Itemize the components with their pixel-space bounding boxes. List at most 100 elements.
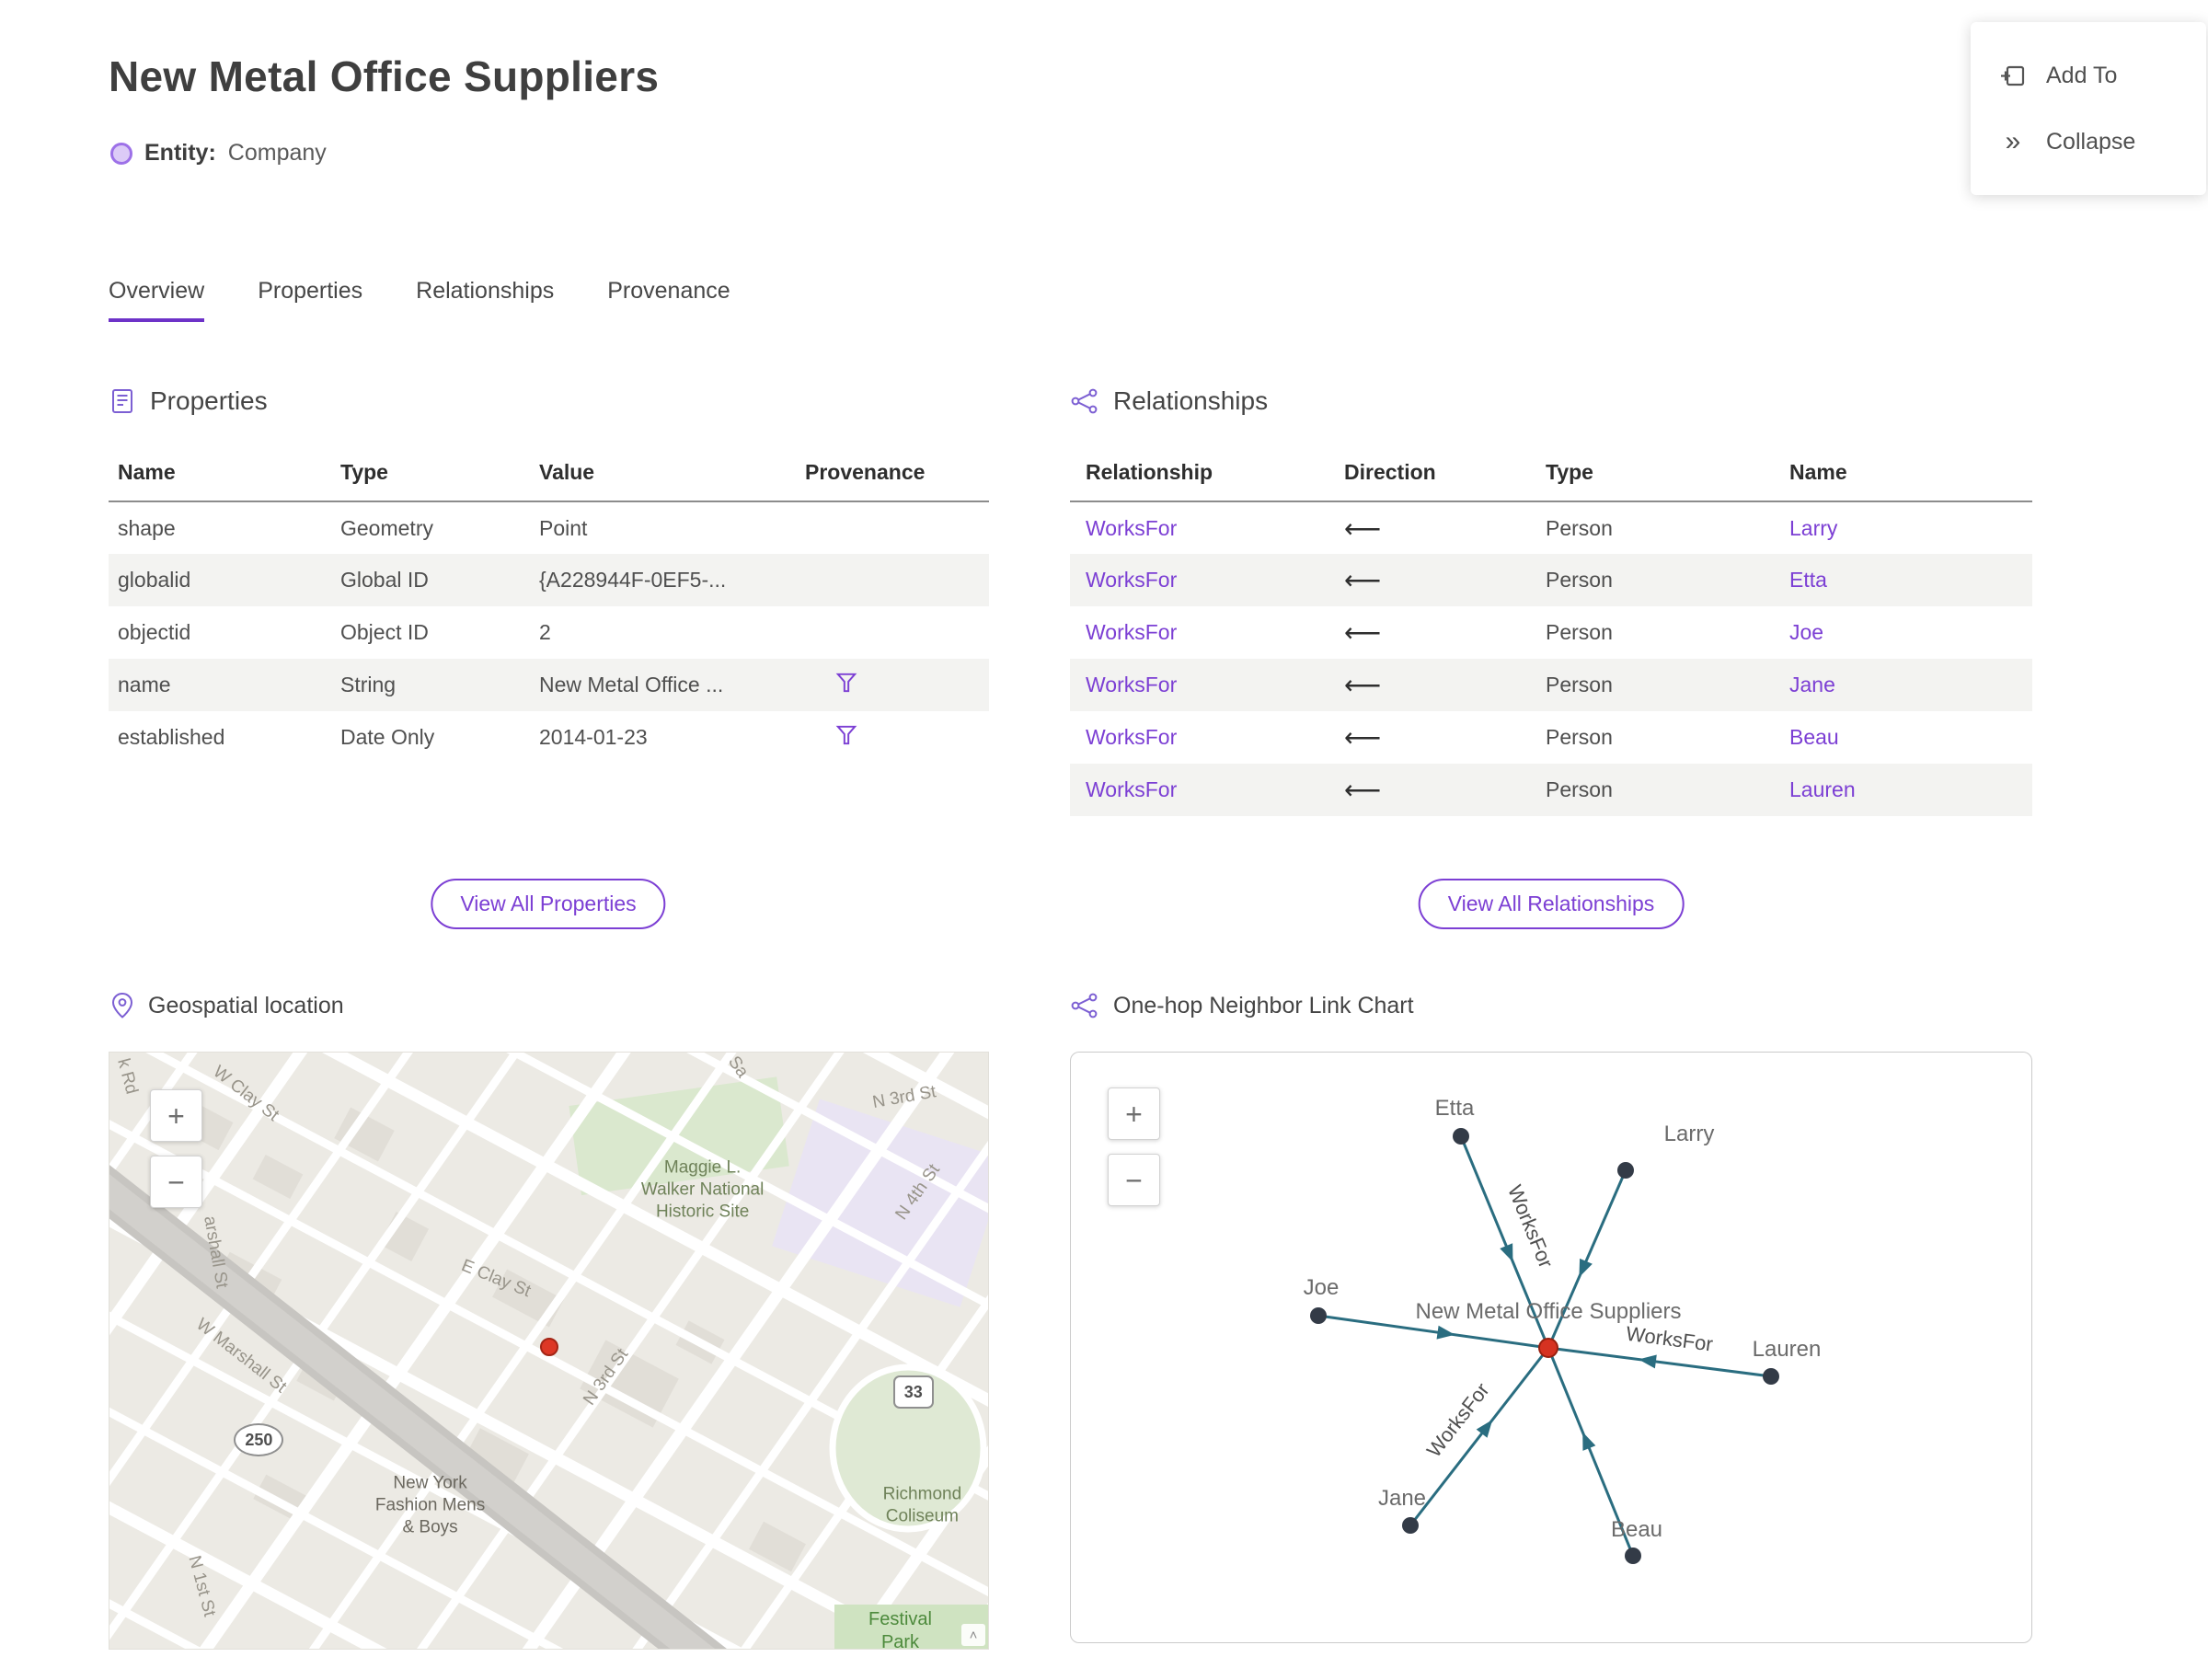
property-row: established Date Only 2014-01-23 bbox=[109, 711, 989, 764]
properties-section-title: Properties bbox=[150, 386, 268, 415]
entity-name-link[interactable]: Larry bbox=[1789, 516, 1837, 540]
property-provenance bbox=[805, 554, 989, 606]
tab-provenance[interactable]: Provenance bbox=[607, 278, 730, 322]
property-type: Global ID bbox=[340, 568, 429, 592]
property-name: globalid bbox=[118, 568, 191, 592]
provenance-icon[interactable] bbox=[834, 723, 858, 747]
graph-center-node-label: New Metal Office Suppliers bbox=[1415, 1299, 1681, 1324]
map-label: E Clay St bbox=[458, 1256, 534, 1302]
relationship-direction: ⟵ bbox=[1344, 711, 1546, 764]
relationship-entity-type: Person bbox=[1546, 515, 1613, 540]
view-all-relationships-button[interactable]: View All Relationships bbox=[1418, 879, 1685, 929]
relationship-entity-name: Larry bbox=[1789, 501, 2032, 554]
property-name: shape bbox=[118, 515, 176, 540]
relationship-type-link: WorksFor bbox=[1070, 764, 1344, 816]
graph-node-jane[interactable] bbox=[1402, 1517, 1419, 1534]
relationship-type-link: WorksFor bbox=[1070, 501, 1344, 554]
view-all-properties-button[interactable]: View All Properties bbox=[431, 879, 666, 929]
property-value: New Metal Office ... bbox=[539, 673, 724, 696]
entity-overview-page: New Metal Office Suppliers Entity: Compa… bbox=[0, 0, 2208, 1680]
map-label: W Clay St bbox=[209, 1062, 282, 1126]
graph-center-node[interactable] bbox=[1538, 1338, 1558, 1358]
edge-arrowhead-icon bbox=[1582, 1432, 1596, 1451]
direction-arrow-icon: ⟵ bbox=[1344, 618, 1382, 647]
graph-node-label: Larry bbox=[1664, 1122, 1715, 1146]
add-to-button[interactable]: Add To bbox=[1971, 42, 2206, 109]
relationship-link[interactable]: WorksFor bbox=[1086, 568, 1177, 592]
col-direction: Direction bbox=[1344, 449, 1546, 502]
tab-overview[interactable]: Overview bbox=[109, 278, 205, 322]
relationship-type-link: WorksFor bbox=[1070, 711, 1344, 764]
relationship-entity-name: Etta bbox=[1789, 554, 2032, 606]
map-zoom-control: + − bbox=[150, 1089, 202, 1208]
chart-zoom-in-button[interactable]: + bbox=[1108, 1087, 1160, 1140]
map-pin-icon bbox=[110, 992, 134, 1019]
entity-name-link[interactable]: Joe bbox=[1789, 620, 1823, 644]
property-row: shape Geometry Point bbox=[109, 501, 989, 554]
col-relationship: Relationship bbox=[1070, 449, 1344, 502]
page-title: New Metal Office Suppliers bbox=[109, 52, 660, 100]
route-shield: 250 bbox=[234, 1423, 284, 1457]
graph-node-label: Joe bbox=[1304, 1275, 1340, 1300]
properties-icon bbox=[109, 387, 136, 415]
relationship-link[interactable]: WorksFor bbox=[1086, 725, 1177, 749]
graph-node-larry[interactable] bbox=[1617, 1162, 1634, 1179]
relationship-link[interactable]: WorksFor bbox=[1086, 777, 1177, 801]
relationship-link[interactable]: WorksFor bbox=[1086, 516, 1177, 540]
relationship-link[interactable]: WorksFor bbox=[1086, 673, 1177, 696]
tab-bar: Overview Properties Relationships Provenanc… bbox=[109, 278, 730, 322]
chart-zoom-control: + − bbox=[1108, 1087, 1160, 1206]
map-label: New York Fashion Mens & Boys bbox=[374, 1473, 486, 1537]
add-to-icon bbox=[1998, 61, 2028, 90]
relationships-table: Relationship Direction Type Name WorksFo… bbox=[1070, 449, 2032, 816]
map-label: k Rd bbox=[113, 1056, 142, 1097]
link-chart-section-title: One-hop Neighbor Link Chart bbox=[1113, 992, 1414, 1018]
property-name: name bbox=[118, 673, 171, 696]
provenance-icon[interactable] bbox=[834, 671, 858, 695]
relationship-type-link: WorksFor bbox=[1070, 659, 1344, 711]
properties-header-row: Name Type Value Provenance bbox=[109, 449, 989, 502]
property-value: 2014-01-23 bbox=[539, 725, 648, 749]
property-value: {A228944F-0EF5-... bbox=[539, 568, 727, 592]
relationship-type-link: WorksFor bbox=[1070, 606, 1344, 659]
map-marker[interactable] bbox=[540, 1338, 559, 1357]
col-rel-name: Name bbox=[1789, 449, 2032, 502]
graph-node-beau[interactable] bbox=[1625, 1548, 1641, 1564]
relationships-section-header: Relationships bbox=[1070, 386, 1268, 416]
entity-name-link[interactable]: Jane bbox=[1789, 673, 1835, 696]
property-name: objectid bbox=[118, 620, 191, 644]
map-attribution-toggle-icon[interactable]: ˄ bbox=[961, 1624, 985, 1646]
edge-label: WorksFor bbox=[1422, 1378, 1494, 1461]
relationship-entity-type: Person bbox=[1546, 620, 1613, 644]
entity-name-link[interactable]: Lauren bbox=[1789, 777, 1856, 801]
relationship-entity-type: Person bbox=[1546, 777, 1613, 801]
graph-node-lauren[interactable] bbox=[1763, 1368, 1779, 1385]
properties-table: Name Type Value Provenance shape Geometry… bbox=[109, 449, 989, 764]
relationship-entity-name: Joe bbox=[1789, 606, 2032, 659]
map-zoom-in-button[interactable]: + bbox=[150, 1089, 202, 1142]
graph-node-joe[interactable] bbox=[1310, 1307, 1327, 1324]
geospatial-map[interactable]: k Rd W Clay St Sa N 3rd St Maggie L. Walker … bbox=[109, 1052, 989, 1650]
relationship-row: WorksFor ⟵ Person Joe bbox=[1070, 606, 2032, 659]
tab-properties[interactable]: Properties bbox=[258, 278, 362, 322]
collapse-label: Collapse bbox=[2046, 128, 2136, 155]
entity-name-link[interactable]: Etta bbox=[1789, 568, 1827, 592]
relationships-icon bbox=[1070, 387, 1099, 415]
relationship-link[interactable]: WorksFor bbox=[1086, 620, 1177, 644]
map-zoom-out-button[interactable]: − bbox=[150, 1156, 202, 1208]
link-chart-svg: WorksForWorksForWorksForEttaLarryJoeLaur… bbox=[1304, 1096, 1821, 1564]
relationship-entity-type: Person bbox=[1546, 673, 1613, 696]
tab-relationships[interactable]: Relationships bbox=[416, 278, 554, 322]
relationship-direction: ⟵ bbox=[1344, 659, 1546, 711]
relationships-table-body: WorksFor ⟵ Person Larry WorksFor ⟵ Person Etta W… bbox=[1070, 501, 2032, 816]
property-row: name String New Metal Office ... bbox=[109, 659, 989, 711]
chart-zoom-out-button[interactable]: − bbox=[1108, 1154, 1160, 1206]
relationship-entity-name: Lauren bbox=[1789, 764, 2032, 816]
collapse-button[interactable]: » Collapse bbox=[1971, 109, 2206, 175]
properties-table-body: shape Geometry Point globalid Global ID {A228… bbox=[109, 501, 989, 764]
graph-node-etta[interactable] bbox=[1453, 1128, 1469, 1145]
property-value: 2 bbox=[539, 620, 551, 644]
link-chart-panel[interactable]: WorksFor WorksFor WorksFor Etta Larry Joe Laur… bbox=[1070, 1052, 2032, 1643]
map-label: N 3rd St bbox=[579, 1345, 632, 1410]
entity-name-link[interactable]: Beau bbox=[1789, 725, 1839, 749]
